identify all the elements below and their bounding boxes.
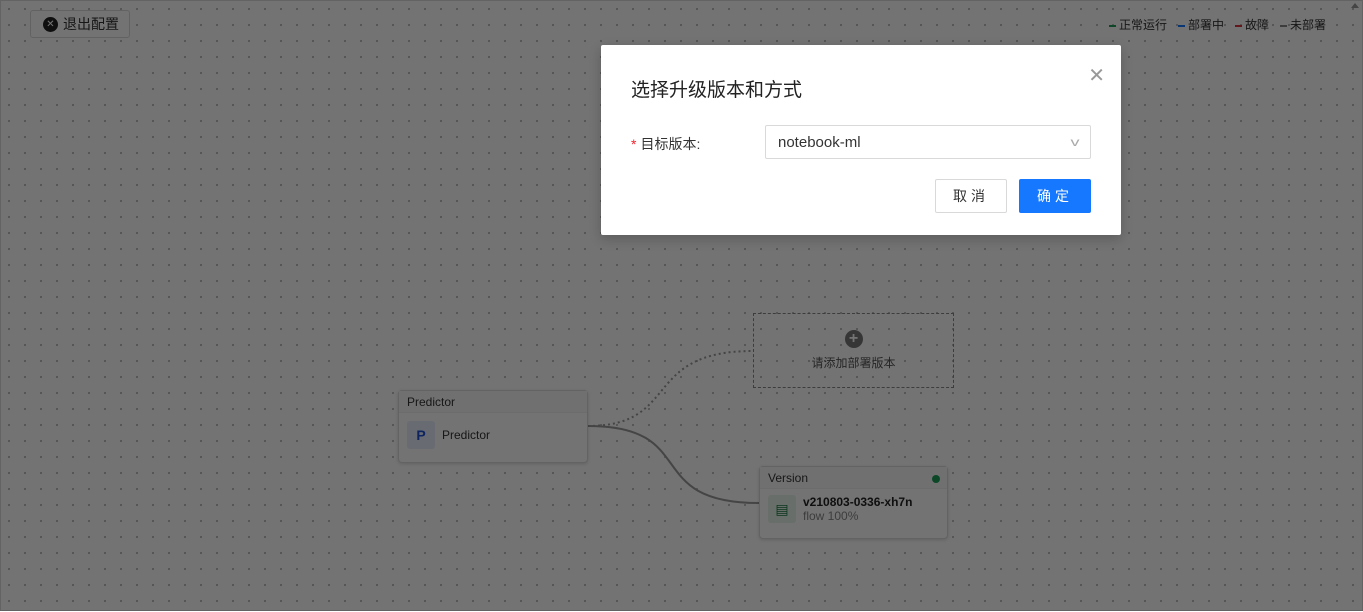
chevron-down-icon: v: [1070, 135, 1080, 149]
dialog-title: 选择升级版本和方式: [631, 80, 803, 101]
add-version-box[interactable]: + 请添加部署版本: [753, 313, 954, 388]
predictor-node[interactable]: Predictor P Predictor: [398, 390, 588, 463]
close-icon[interactable]: ✕: [1088, 63, 1105, 88]
status-dot: [932, 475, 940, 483]
edge-to-version: [587, 425, 760, 504]
target-version-label: * 目标版本:: [631, 136, 701, 152]
cancel-button[interactable]: 取消: [935, 179, 1007, 213]
edge-to-add: [587, 350, 754, 427]
upgrade-version-dialog: 选择升级版本和方式 ✕ * 目标版本: notebook-ml v 取消 确定: [601, 45, 1121, 235]
predictor-node-header: Predictor: [399, 391, 587, 413]
version-node-header: Version: [760, 467, 947, 489]
selected-value: notebook-ml: [778, 133, 861, 151]
version-flow: flow 100%: [803, 509, 859, 523]
plus-circle-icon: +: [844, 330, 863, 348]
ok-button[interactable]: 确定: [1019, 179, 1091, 213]
version-name: v210803-0336-xh7n: [803, 495, 913, 509]
predictor-node-name: Predictor: [442, 428, 491, 442]
version-file-icon: ▤: [768, 495, 796, 523]
version-node[interactable]: Version ▤ v210803-0336-xh7n flow 100%: [759, 466, 948, 539]
target-version-select[interactable]: notebook-ml v: [765, 125, 1091, 159]
add-version-label: 请添加部署版本: [811, 356, 896, 370]
predictor-icon: P: [407, 421, 435, 449]
